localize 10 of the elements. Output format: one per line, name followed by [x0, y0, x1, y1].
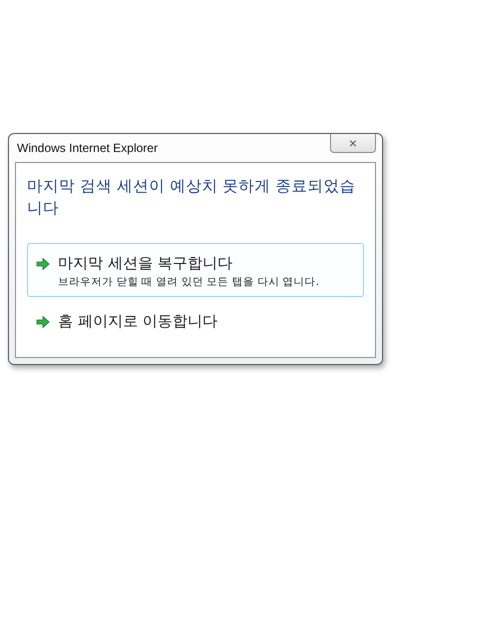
option-description: 브라우저가 닫힐 때 열려 있던 모든 탭을 다시 엽니다. [58, 275, 320, 289]
command-link[interactable]: 마지막 세션을 복구합니다 브라우저가 닫힐 때 열려 있던 모든 탭을 다시 엽니다. [27, 243, 364, 297]
window-title: Windows Internet Explorer [16, 140, 158, 155]
dialog-heading: 마지막 검색 세션이 예상치 못하게 종료되었습니다 [27, 176, 357, 219]
option-label: 마지막 세션을 복구합니다 [58, 254, 234, 273]
arrow-icon [36, 257, 50, 271]
close-button[interactable]: × [330, 134, 376, 153]
option-label: 홈 페이지로 이동합니다 [58, 312, 218, 331]
arrow-icon [36, 315, 50, 329]
command-link[interactable]: 홈 페이지로 이동합니다 [27, 301, 364, 339]
